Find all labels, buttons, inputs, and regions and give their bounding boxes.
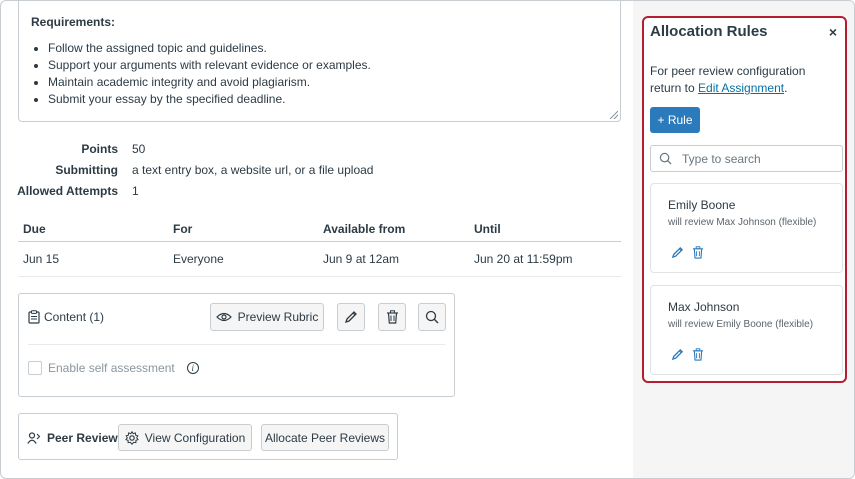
rubric-content-label: Content (1) bbox=[28, 310, 104, 324]
until-cell: Jun 20 at 11:59pm bbox=[474, 252, 573, 266]
search-input[interactable] bbox=[680, 150, 830, 167]
search-icon bbox=[425, 310, 439, 324]
search-rubric-button[interactable] bbox=[418, 303, 446, 331]
rule-detail: will review Emily Boone (flexible) bbox=[668, 319, 814, 330]
allocate-peer-reviews-label: Allocate Peer Reviews bbox=[264, 430, 386, 445]
close-icon[interactable]: × bbox=[829, 24, 837, 40]
rule-detail: will review Max Johnson (flexible) bbox=[668, 217, 817, 228]
attempts-value: 1 bbox=[132, 183, 139, 198]
peer-review-section: Peer Review View Configuration Allocate … bbox=[18, 413, 398, 460]
pencil-icon[interactable] bbox=[671, 246, 684, 259]
delete-rubric-button[interactable] bbox=[378, 303, 406, 331]
search-icon bbox=[659, 152, 672, 165]
due-date-cell: Jun 15 bbox=[23, 252, 60, 266]
submitting-value: a text entry box, a website url, or a fi… bbox=[132, 162, 374, 177]
trash-icon bbox=[386, 310, 398, 324]
view-configuration-button[interactable]: View Configuration bbox=[118, 424, 252, 451]
rule-reviewer-name: Max Johnson bbox=[668, 300, 740, 314]
view-configuration-label: View Configuration bbox=[144, 430, 246, 445]
eye-icon bbox=[215, 312, 232, 322]
points-value: 50 bbox=[132, 141, 146, 156]
rule-actions bbox=[671, 246, 704, 259]
list-item: Emily Boone will review Max Johnson (fle… bbox=[650, 183, 843, 273]
list-item: Max Johnson will review Emily Boone (fle… bbox=[650, 285, 843, 375]
column-header-until: Until bbox=[474, 222, 501, 236]
edit-assignment-link[interactable]: Edit Assignment bbox=[698, 81, 784, 95]
dates-header-row: Due For Available from Until bbox=[18, 217, 621, 242]
dates-table: Due For Available from Until Jun 15 Ever… bbox=[18, 217, 621, 277]
available-from-cell: Jun 9 at 12am bbox=[323, 252, 400, 266]
rule-actions bbox=[671, 348, 704, 361]
trash-icon[interactable] bbox=[692, 348, 704, 361]
app-window: Requirements: Follow the assigned topic … bbox=[0, 0, 855, 479]
requirement-item: Maintain academic integrity and avoid pl… bbox=[48, 74, 608, 91]
submitting-row: Submitting a text entry box, a website u… bbox=[1, 159, 373, 180]
submitting-label: Submitting bbox=[55, 162, 118, 177]
content-count-label: Content (1) bbox=[44, 310, 105, 324]
divider bbox=[28, 344, 445, 345]
requirement-item: Follow the assigned topic and guidelines… bbox=[48, 40, 608, 57]
assignment-main: Requirements: Follow the assigned topic … bbox=[1, 1, 633, 478]
info-icon[interactable]: i bbox=[186, 362, 199, 374]
self-assessment-option: Enable self assessment i bbox=[28, 361, 199, 375]
points-row: Points 50 bbox=[1, 138, 373, 159]
requirements-list: Follow the assigned topic and guidelines… bbox=[31, 40, 608, 108]
rubric-toolbar: Content (1) Preview Rubric bbox=[19, 294, 454, 345]
points-label: Points bbox=[81, 141, 118, 156]
allocate-peer-reviews-button[interactable]: Allocate Peer Reviews bbox=[261, 424, 389, 451]
gear-icon bbox=[124, 430, 139, 445]
rubric-section: Content (1) Preview Rubric Enable self a… bbox=[18, 293, 455, 397]
allocation-rules-panel: Allocation Rules × For peer review confi… bbox=[642, 16, 847, 383]
pencil-icon[interactable] bbox=[671, 348, 684, 361]
self-assessment-label: Enable self assessment bbox=[48, 361, 175, 375]
rule-reviewer-name: Emily Boone bbox=[668, 198, 736, 212]
pencil-icon bbox=[344, 311, 357, 324]
panel-description: For peer review configuration return to … bbox=[650, 63, 840, 97]
for-cell: Everyone bbox=[173, 252, 224, 266]
rule-search-field[interactable] bbox=[650, 145, 843, 172]
table-row: Jun 15 Everyone Jun 9 at 12am Jun 20 at … bbox=[18, 242, 621, 277]
peer-review-heading: Peer Review bbox=[27, 431, 118, 445]
panel-title: Allocation Rules bbox=[650, 23, 768, 40]
attempts-row: Allowed Attempts 1 bbox=[1, 180, 373, 201]
requirement-item: Support your arguments with relevant evi… bbox=[48, 57, 608, 74]
attempts-label: Allowed Attempts bbox=[17, 183, 118, 198]
resize-handle-icon[interactable] bbox=[610, 111, 618, 119]
trash-icon[interactable] bbox=[692, 246, 704, 259]
column-header-due: Due bbox=[23, 222, 46, 236]
assignment-details: Points 50 Submitting a text entry box, a… bbox=[1, 138, 373, 201]
peer-review-label: Peer Review bbox=[47, 431, 118, 445]
description-textarea[interactable]: Requirements: Follow the assigned topic … bbox=[18, 1, 621, 122]
preview-rubric-label: Preview Rubric bbox=[237, 310, 319, 324]
clipboard-icon bbox=[28, 310, 40, 324]
requirement-item: Submit your essay by the specified deadl… bbox=[48, 91, 608, 108]
column-header-for: For bbox=[173, 222, 193, 236]
self-assessment-checkbox[interactable] bbox=[28, 361, 42, 375]
preview-rubric-button[interactable]: Preview Rubric bbox=[210, 303, 324, 331]
edit-rubric-button[interactable] bbox=[337, 303, 365, 331]
column-header-available-from: Available from bbox=[323, 222, 406, 236]
peer-review-icon bbox=[27, 432, 41, 444]
requirements-heading: Requirements: bbox=[31, 15, 116, 29]
add-rule-button[interactable]: + Rule bbox=[650, 107, 700, 133]
panel-description-end: . bbox=[784, 81, 788, 95]
